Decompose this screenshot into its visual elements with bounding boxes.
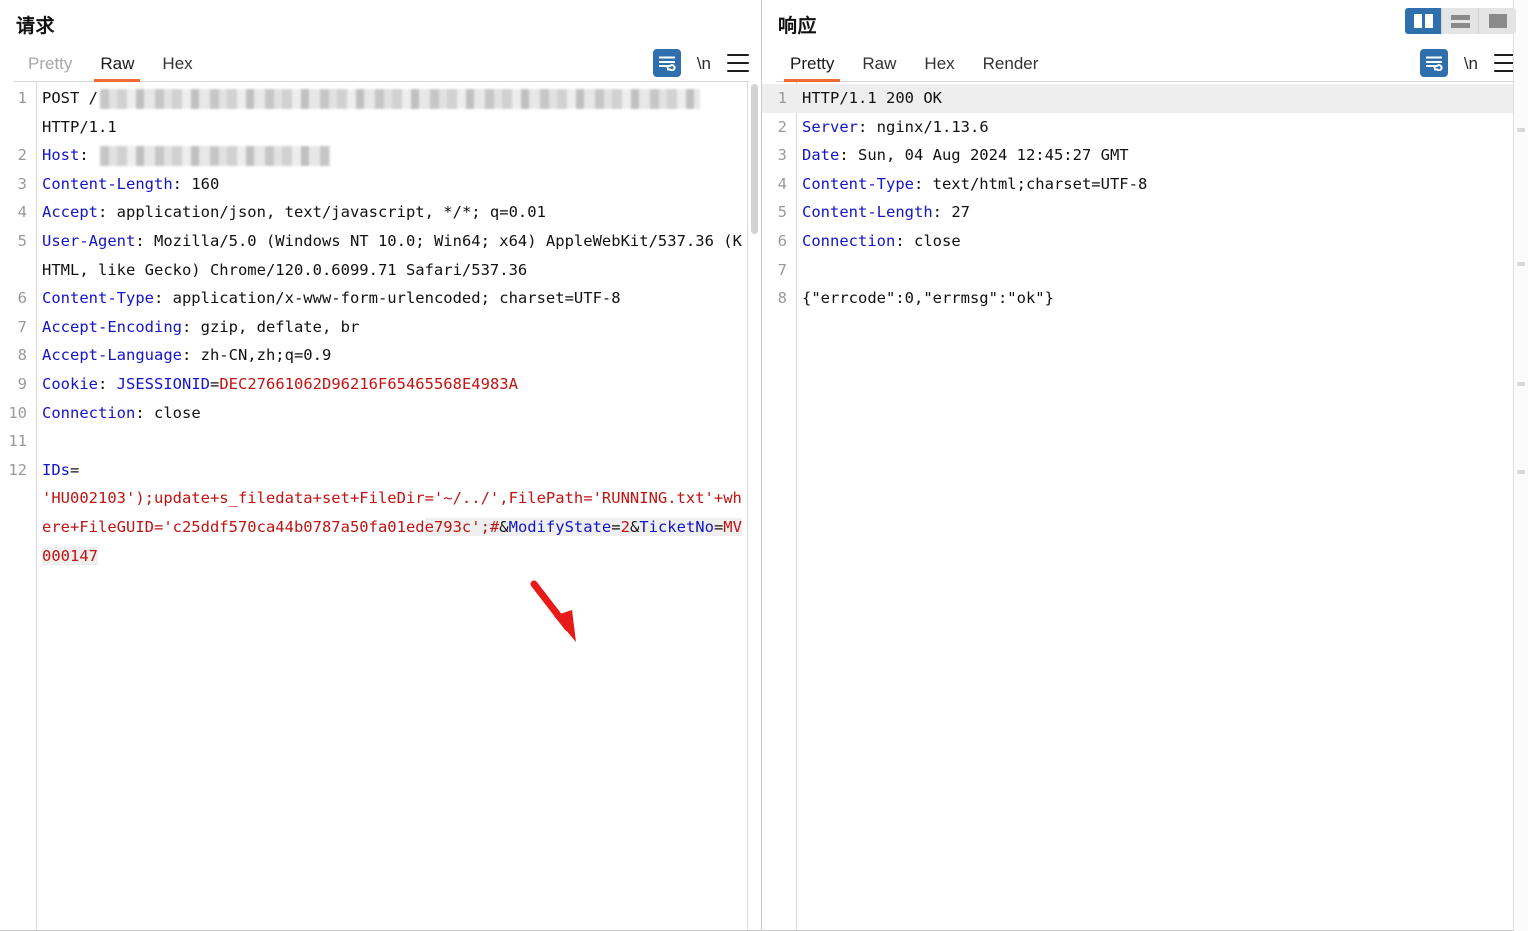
code-line: 11: [0, 427, 761, 456]
request-panel-title: 请求: [16, 14, 749, 40]
request-code-area[interactable]: 1 POST /HTTP/1.1 2 Host: 3 Content-Lengt…: [0, 82, 761, 931]
code-line-payload: 12 IDs='HU002103');update+s_filedata+set…: [0, 456, 761, 570]
line-content: User-Agent: Mozilla/5.0 (Windows NT 10.0…: [36, 227, 761, 284]
code-line: 2 Host:: [0, 141, 761, 170]
tab-response-hex[interactable]: Hex: [910, 54, 968, 81]
code-line: 9 Cookie: JSESSIONID=DEC27661062D96216F6…: [0, 370, 761, 399]
tab-response-pretty[interactable]: Pretty: [776, 54, 848, 81]
line-number: 2: [762, 113, 796, 142]
word-wrap-icon[interactable]: [653, 49, 681, 77]
line-content: Content-Type: text/html;charset=UTF-8: [796, 170, 1528, 199]
response-toolbar: \n: [1420, 49, 1516, 81]
line-number: 3: [0, 170, 36, 199]
response-panel: 响应 Pretty Raw Hex Render: [762, 0, 1528, 931]
code-line: 2 Server: nginx/1.13.6: [762, 113, 1528, 142]
code-line: 7 Accept-Encoding: gzip, deflate, br: [0, 313, 761, 342]
tab-request-hex[interactable]: Hex: [148, 54, 206, 81]
line-number: 4: [762, 170, 796, 199]
line-number: 11: [0, 427, 36, 456]
redacted-host: [100, 146, 330, 166]
tab-response-raw[interactable]: Raw: [848, 54, 910, 81]
line-number: 1: [762, 84, 796, 113]
code-line: 6 Content-Type: application/x-www-form-u…: [0, 284, 761, 313]
line-content: Content-Length: 160: [36, 170, 761, 199]
line-content: Accept-Language: zh-CN,zh;q=0.9: [36, 341, 761, 370]
request-vertical-scrollbar[interactable]: [747, 82, 761, 930]
code-line: 7: [762, 256, 1528, 285]
code-line: 8 Accept-Language: zh-CN,zh;q=0.9: [0, 341, 761, 370]
line-number: 8: [762, 284, 796, 313]
response-tabs: Pretty Raw Hex Render: [776, 54, 1052, 81]
line-content: HTTP/1.1 200 OK: [796, 84, 1528, 113]
word-wrap-icon[interactable]: [1420, 49, 1448, 77]
line-number: 10: [0, 399, 36, 428]
code-line: 3 Date: Sun, 04 Aug 2024 12:45:27 GMT: [762, 141, 1528, 170]
line-number: 9: [0, 370, 36, 399]
line-content: Connection: close: [36, 399, 761, 428]
tab-response-render[interactable]: Render: [969, 54, 1053, 81]
response-code-area[interactable]: 1 HTTP/1.1 200 OK 2 Server: nginx/1.13.6…: [762, 82, 1528, 931]
code-line: 4 Content-Type: text/html;charset=UTF-8: [762, 170, 1528, 199]
redacted-url-path: [100, 89, 700, 109]
code-line: 1 POST /HTTP/1.1: [0, 84, 761, 141]
code-line: 5 User-Agent: Mozilla/5.0 (Windows NT 10…: [0, 227, 761, 284]
line-content: Connection: close: [796, 227, 1528, 256]
response-tabrow: Pretty Raw Hex Render \n: [776, 46, 1516, 82]
newline-toggle-button[interactable]: \n: [697, 55, 711, 72]
layout-single-pane-button[interactable]: [1479, 8, 1516, 34]
layout-toggle-group: [1405, 8, 1516, 34]
code-line: 1 HTTP/1.1 200 OK: [762, 84, 1528, 113]
line-number: 12: [0, 456, 36, 485]
line-number: 1: [0, 84, 36, 113]
code-line: 3 Content-Length: 160: [0, 170, 761, 199]
http-request-response-viewer: 请求 Pretty Raw Hex: [0, 0, 1528, 931]
line-content: POST /HTTP/1.1: [36, 84, 761, 141]
line-number: 7: [762, 256, 796, 285]
request-tabrow: Pretty Raw Hex \n: [14, 46, 749, 82]
code-line: 4 Accept: application/json, text/javascr…: [0, 198, 761, 227]
newline-toggle-button[interactable]: \n: [1464, 55, 1478, 72]
code-line: 5 Content-Length: 27: [762, 198, 1528, 227]
response-code: 1 HTTP/1.1 200 OK 2 Server: nginx/1.13.6…: [762, 82, 1528, 313]
request-panel-header: 请求 Pretty Raw Hex: [0, 0, 761, 82]
red-arrow-annotation: [528, 580, 594, 652]
line-number: 3: [762, 141, 796, 170]
line-content: Date: Sun, 04 Aug 2024 12:45:27 GMT: [796, 141, 1528, 170]
line-number: 2: [0, 141, 36, 170]
line-number: 6: [0, 284, 36, 313]
line-content: IDs='HU002103');update+s_filedata+set+Fi…: [36, 456, 761, 570]
line-number: 6: [762, 227, 796, 256]
line-content: Accept: application/json, text/javascrip…: [36, 198, 761, 227]
line-content: {"errcode":0,"errmsg":"ok"}: [796, 284, 1528, 313]
line-content: Accept-Encoding: gzip, deflate, br: [36, 313, 761, 342]
layout-split-vertical-button[interactable]: [1405, 8, 1442, 34]
code-line: 6 Connection: close: [762, 227, 1528, 256]
response-edge-scrollbar[interactable]: [1513, 0, 1528, 931]
line-content: Host:: [36, 141, 761, 170]
line-number: 5: [762, 198, 796, 227]
layout-split-horizontal-button[interactable]: [1442, 8, 1479, 34]
request-panel: 请求 Pretty Raw Hex: [0, 0, 762, 931]
request-tabs: Pretty Raw Hex: [14, 54, 207, 81]
line-content: Content-Type: application/x-www-form-url…: [36, 284, 761, 313]
hamburger-menu-icon[interactable]: [727, 54, 749, 72]
tab-request-pretty[interactable]: Pretty: [14, 54, 86, 81]
code-line: 10 Connection: close: [0, 399, 761, 428]
code-line: 8 {"errcode":0,"errmsg":"ok"}: [762, 284, 1528, 313]
line-content: Content-Length: 27: [796, 198, 1528, 227]
line-number: 4: [0, 198, 36, 227]
request-code: 1 POST /HTTP/1.1 2 Host: 3 Content-Lengt…: [0, 82, 761, 570]
line-content: Server: nginx/1.13.6: [796, 113, 1528, 142]
line-number: 7: [0, 313, 36, 342]
request-toolbar: \n: [653, 49, 749, 81]
line-number: 5: [0, 227, 36, 256]
line-content: Cookie: JSESSIONID=DEC27661062D96216F654…: [36, 370, 761, 399]
tab-request-raw[interactable]: Raw: [86, 54, 148, 81]
line-number: 8: [0, 341, 36, 370]
